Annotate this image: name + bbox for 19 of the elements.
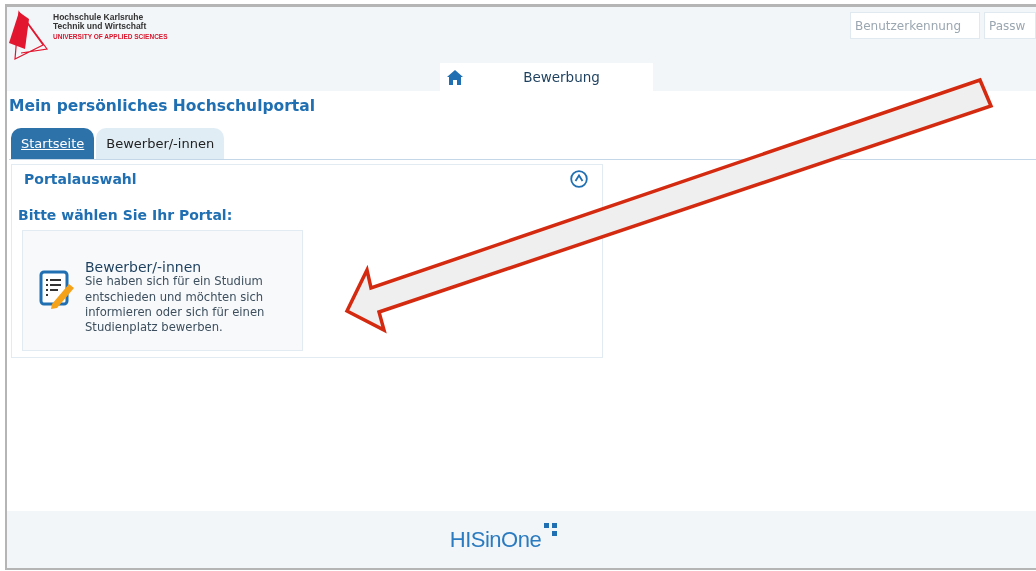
panel-title: Portalauswahl <box>24 169 137 189</box>
portal-prompt: Bitte wählen Sie Ihr Portal: <box>18 205 234 225</box>
tab[interactable]: Startseite <box>11 128 95 159</box>
username-field[interactable]: Benutzerkennung <box>850 12 980 39</box>
brand-squares-icon <box>544 523 559 537</box>
nav-tab[interactable]: Bewerbung <box>470 63 653 92</box>
password-field[interactable]: Passw <box>984 12 1036 39</box>
form-edit-icon <box>39 270 75 311</box>
portal-description: Sie haben sich für ein Studium entschieden und möchten sich informieren oder sich für einen Studienplatz bewerben. <box>85 274 266 335</box>
logo-text: Hochschule Karlsruhe <box>53 13 145 22</box>
portal-card[interactable]: Bewerber/-innen Sie haben sich für ein Studium entschieden und möchten sich informieren oder sich für einen Studienplatz bewerben. <box>22 229 303 351</box>
portal-title: Bewerber/-innen <box>85 259 203 275</box>
tab[interactable]: Bewerber/-innen <box>96 128 225 159</box>
logo-text: Technik und Wirtschaft <box>53 21 148 31</box>
university-logo-icon <box>7 9 49 61</box>
page-title: Mein persönliches Hochschulportal <box>9 96 317 117</box>
collapse-icon[interactable] <box>570 170 588 189</box>
brand-name: HISinOne <box>449 526 542 554</box>
home-icon <box>446 69 464 86</box>
